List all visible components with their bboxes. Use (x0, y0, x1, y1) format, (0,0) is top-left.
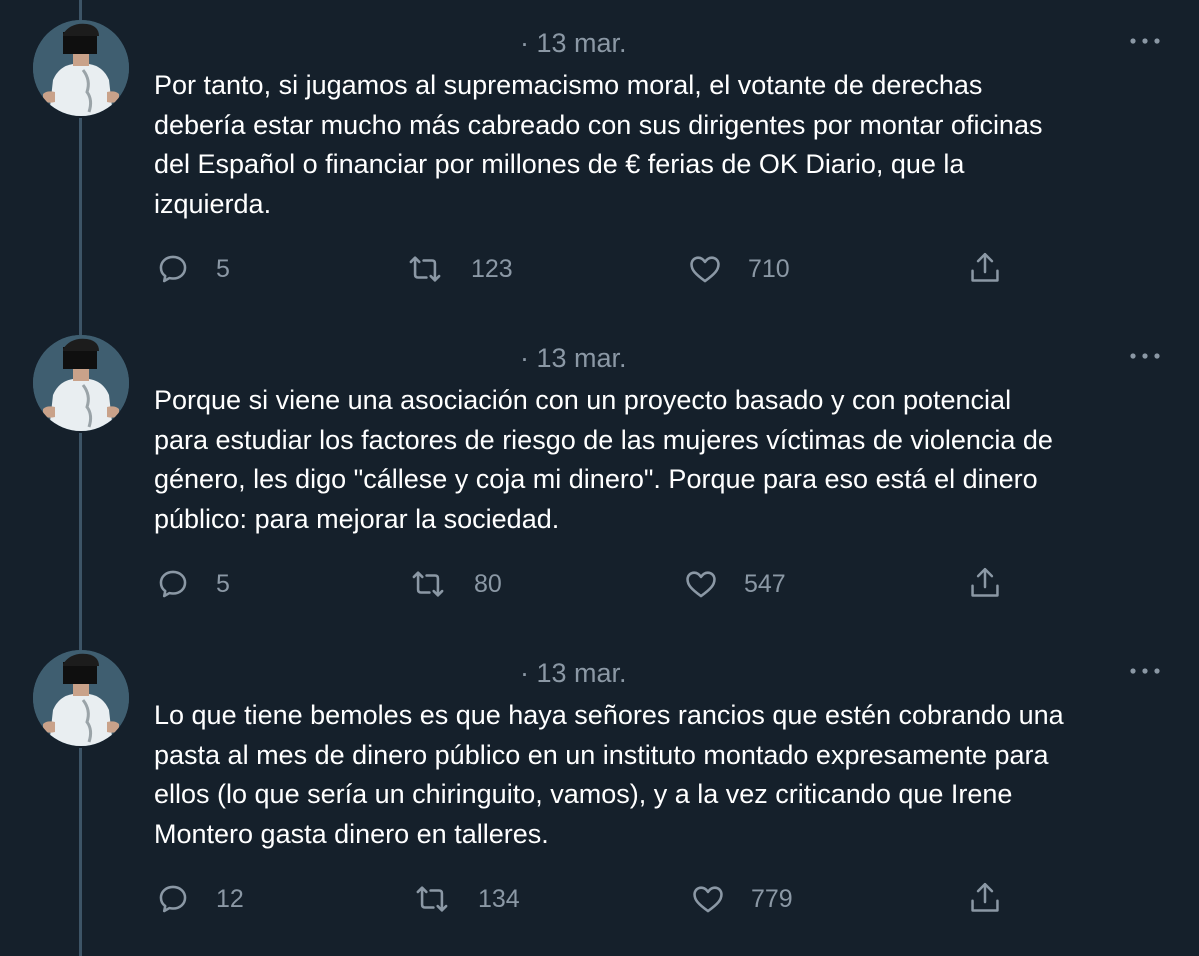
share-button[interactable] (968, 250, 1002, 286)
tweet-text-line: del Español o financiar por millones de … (154, 149, 965, 179)
like-count: 547 (744, 569, 786, 598)
more-options-button[interactable] (1127, 661, 1163, 681)
avatar[interactable] (33, 650, 129, 746)
retweet-button[interactable]: 123 (405, 252, 513, 286)
tweet-text-line: Por tanto, si jugamos al supremacismo mo… (154, 70, 983, 100)
share-button[interactable] (968, 565, 1002, 601)
heart-icon (690, 256, 720, 283)
tweet-text-line: Montero gasta dinero en talleres. (154, 818, 549, 849)
share-button[interactable] (968, 880, 1002, 916)
heart-icon (686, 571, 716, 598)
retweet-icon (416, 886, 448, 912)
more-options-button[interactable] (1127, 346, 1163, 366)
tweet-text: Lo que tiene bemoles es que haya señores… (154, 696, 1174, 854)
more-icon (1130, 353, 1160, 359)
retweet-count: 123 (471, 254, 513, 283)
reply-icon (159, 570, 187, 598)
reply-icon (159, 255, 187, 283)
retweet-count: 80 (474, 569, 502, 598)
tweet-timestamp[interactable]: · 13 mar. (520, 28, 627, 59)
thread-line (79, 0, 82, 20)
tweet-text-line: para estudiar los factores de riesgo de … (154, 424, 1053, 455)
reply-button[interactable]: 12 (156, 882, 244, 916)
reply-count: 5 (216, 569, 230, 598)
reply-icon (159, 885, 187, 913)
more-icon (1130, 668, 1160, 674)
share-icon (971, 252, 999, 282)
retweet-button[interactable]: 134 (412, 882, 520, 916)
reply-count: 12 (216, 884, 244, 913)
tweet-text-line: género, les digo "cállese y coja mi dine… (154, 464, 1038, 494)
thread-line (79, 748, 82, 956)
like-count: 710 (748, 254, 790, 283)
reply-button[interactable]: 5 (156, 567, 230, 601)
reply-button[interactable]: 5 (156, 252, 230, 286)
thread: · 13 mar. Por tanto, si jugamos al supre… (0, 0, 1199, 956)
more-icon (1130, 38, 1160, 44)
tweet-text-line: debería estar mucho más cabreado con sus… (154, 109, 1043, 140)
tweet-text: Por tanto, si jugamos al supremacismo mo… (154, 66, 1174, 224)
tweet[interactable]: · 13 mar. Porque si viene una asociación… (0, 315, 1199, 630)
tweet-timestamp[interactable]: · 13 mar. (520, 658, 627, 689)
more-options-button[interactable] (1127, 31, 1163, 51)
tweet[interactable]: · 13 mar. Lo que tiene bemoles es que ha… (0, 630, 1199, 956)
avatar[interactable] (33, 335, 129, 431)
retweet-icon (412, 571, 444, 597)
retweet-count: 134 (478, 884, 520, 913)
retweet-icon (409, 256, 441, 282)
like-button[interactable]: 547 (684, 567, 786, 601)
tweet-text-line: Lo que tiene bemoles es que haya señores… (154, 700, 1064, 730)
thread-line (79, 118, 82, 315)
like-count: 779 (751, 884, 793, 913)
tweet-text-line: izquierda. (154, 188, 272, 219)
reply-count: 5 (216, 254, 230, 283)
thread-line (79, 630, 82, 650)
like-button[interactable]: 779 (691, 882, 793, 916)
avatar[interactable] (33, 20, 129, 116)
avatar-image (33, 335, 129, 431)
tweet-timestamp[interactable]: · 13 mar. (520, 343, 627, 374)
thread-line (79, 315, 82, 335)
share-icon (971, 882, 999, 912)
tweet-text-line: Porque si viene una asociación con un pr… (154, 385, 1012, 415)
avatar-image (33, 20, 129, 116)
tweet-text-line: ellos (lo que sería un chiringuito, vamo… (154, 779, 1013, 809)
tweet[interactable]: · 13 mar. Por tanto, si jugamos al supre… (0, 0, 1199, 315)
share-icon (971, 567, 999, 597)
avatar-image (33, 650, 129, 746)
tweet-text-line: pasta al mes de dinero público en un ins… (154, 739, 1049, 770)
tweet-text: Porque si viene una asociación con un pr… (154, 381, 1174, 539)
like-button[interactable]: 710 (688, 252, 790, 286)
tweet-text-line: público: para mejorar la sociedad. (154, 503, 560, 534)
thread-line (79, 433, 82, 630)
heart-icon (693, 886, 723, 913)
retweet-button[interactable]: 80 (408, 567, 502, 601)
